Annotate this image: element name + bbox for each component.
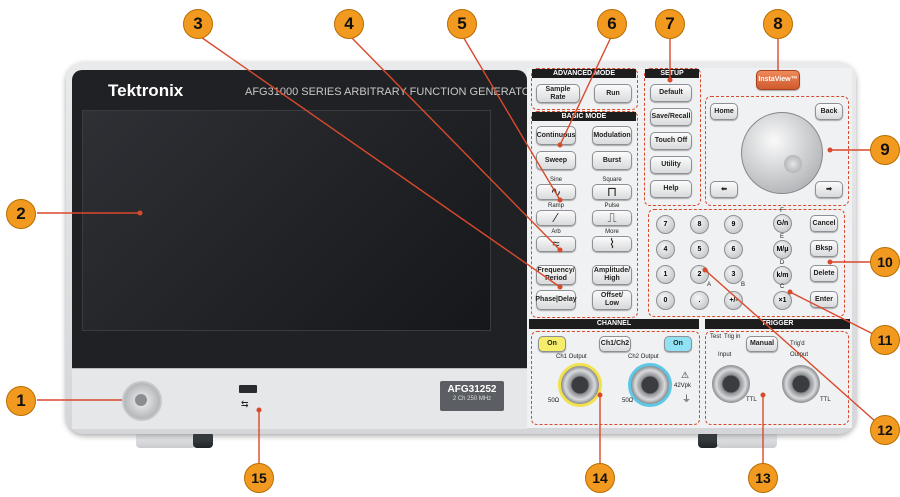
callout-2: 2 <box>6 199 36 229</box>
callout-8: 8 <box>763 9 793 39</box>
callout-10: 10 <box>870 247 900 277</box>
callout-6: 6 <box>597 9 627 39</box>
leader-lines <box>37 34 886 465</box>
callout-9: 9 <box>870 135 900 165</box>
callout-5: 5 <box>447 9 477 39</box>
callout-12: 12 <box>870 415 900 445</box>
callout-15: 15 <box>244 463 274 493</box>
callout-4: 4 <box>334 9 364 39</box>
callout-7: 7 <box>655 9 685 39</box>
product-diagram: Tektronix AFG31000 SERIES ARBITRARY FUNC… <box>0 0 900 497</box>
callout-13: 13 <box>748 463 778 493</box>
callout-11: 11 <box>870 325 900 355</box>
callout-1: 1 <box>6 386 36 416</box>
callout-14: 14 <box>585 463 615 493</box>
callout-3: 3 <box>183 9 213 39</box>
